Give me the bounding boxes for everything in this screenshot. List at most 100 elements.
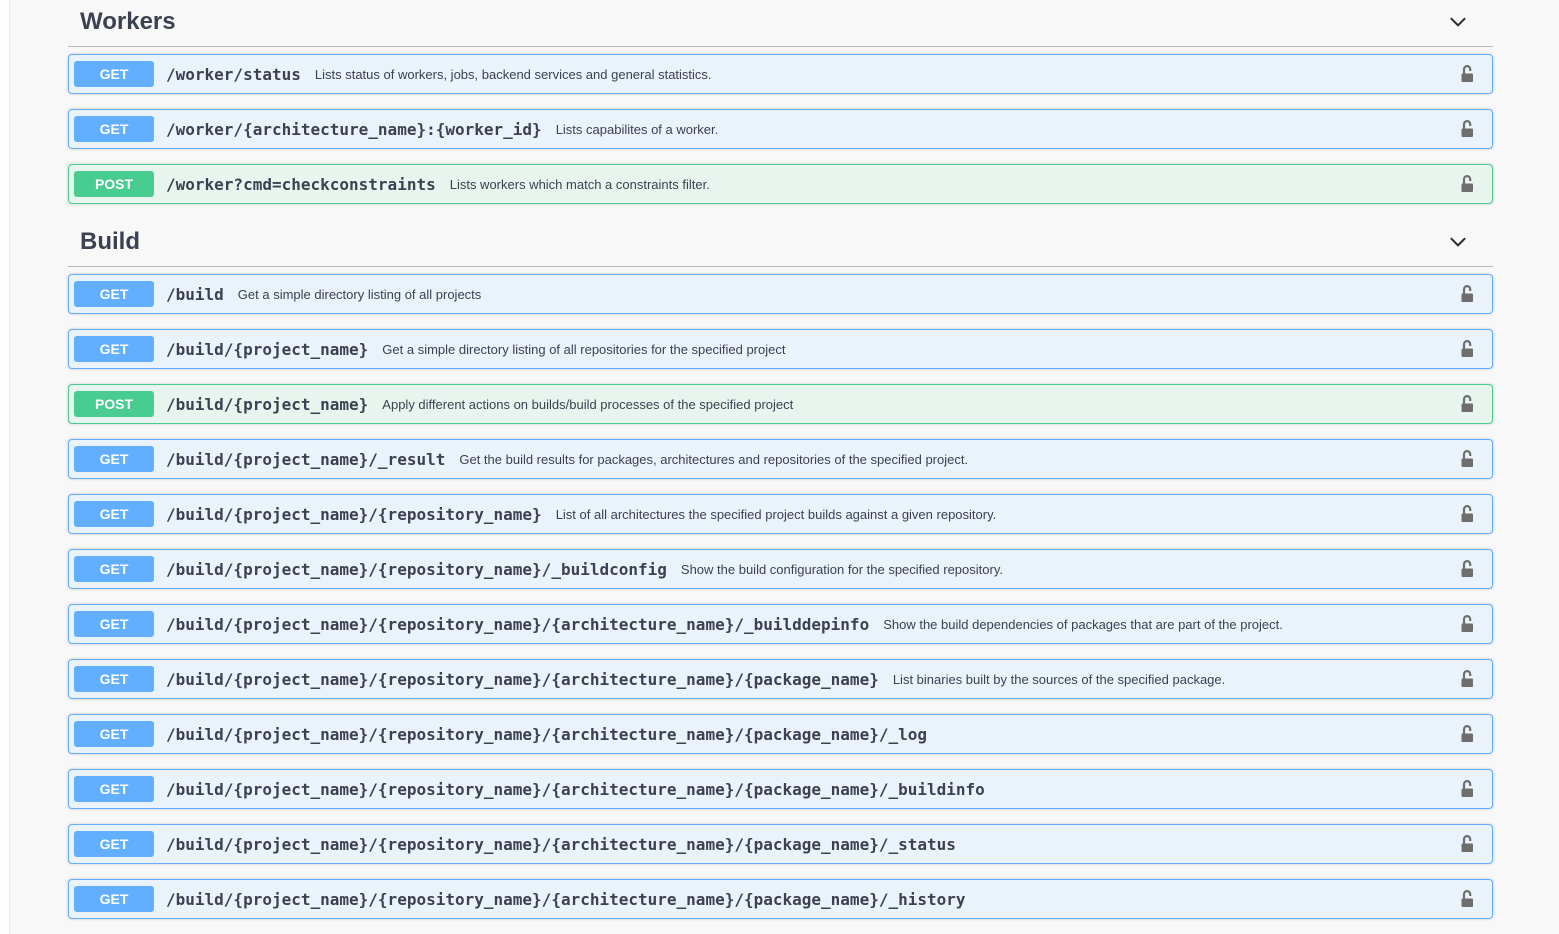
section-endpoints: GET /build Get a simple directory listin… (68, 267, 1493, 919)
endpoint-row[interactable]: GET /worker/{architecture_name}:{worker_… (68, 109, 1493, 149)
method-badge: GET (74, 721, 154, 747)
unlock-icon (1457, 283, 1477, 305)
collapse-section-button[interactable] (1447, 11, 1469, 33)
auth-lock-button[interactable] (1457, 723, 1477, 745)
auth-lock-button[interactable] (1457, 558, 1477, 580)
auth-lock-button[interactable] (1457, 63, 1477, 85)
method-badge: GET (74, 61, 154, 87)
unlock-icon (1457, 338, 1477, 360)
method-badge: POST (74, 171, 154, 197)
endpoint-description: Show the build dependencies of packages … (879, 617, 1457, 632)
method-badge: POST (74, 391, 154, 417)
auth-lock-button[interactable] (1457, 613, 1477, 635)
endpoint-description: Lists status of workers, jobs, backend s… (311, 67, 1457, 82)
chevron-down-icon (1447, 231, 1469, 253)
api-section: Workers GET /worker/status Lists status … (68, 0, 1493, 204)
unlock-icon (1457, 173, 1477, 195)
endpoint-path[interactable]: /worker?cmd=checkconstraints (154, 175, 446, 194)
auth-lock-button[interactable] (1457, 338, 1477, 360)
chevron-down-icon (1447, 11, 1469, 33)
endpoint-path[interactable]: /build/{project_name}/{repository_name}/… (154, 835, 966, 854)
method-badge: GET (74, 831, 154, 857)
endpoint-path[interactable]: /build/{project_name} (154, 340, 378, 359)
endpoint-description: Lists capabilites of a worker. (552, 122, 1457, 137)
unlock-icon (1457, 393, 1477, 415)
endpoint-row[interactable]: POST /worker?cmd=checkconstraints Lists … (68, 164, 1493, 204)
endpoint-path[interactable]: /build/{project_name}/{repository_name} (154, 505, 552, 524)
method-badge: GET (74, 336, 154, 362)
unlock-icon (1457, 503, 1477, 525)
endpoint-row[interactable]: POST /build/{project_name} Apply differe… (68, 384, 1493, 424)
endpoint-description: Apply different actions on builds/build … (378, 397, 1457, 412)
endpoint-row[interactable]: GET /build/{project_name}/{repository_na… (68, 659, 1493, 699)
endpoint-path[interactable]: /worker/status (154, 65, 311, 84)
unlock-icon (1457, 63, 1477, 85)
unlock-icon (1457, 888, 1477, 910)
unlock-icon (1457, 613, 1477, 635)
auth-lock-button[interactable] (1457, 393, 1477, 415)
method-badge: GET (74, 446, 154, 472)
section-title: Build (68, 228, 140, 256)
unlock-icon (1457, 668, 1477, 690)
endpoint-path[interactable]: /build/{project_name}/{repository_name}/… (154, 560, 677, 579)
unlock-icon (1457, 118, 1477, 140)
endpoint-description: Lists workers which match a constraints … (446, 177, 1457, 192)
unlock-icon (1457, 723, 1477, 745)
method-badge: GET (74, 501, 154, 527)
endpoint-path[interactable]: /build (154, 285, 234, 304)
method-badge: GET (74, 281, 154, 307)
endpoint-row[interactable]: GET /worker/status Lists status of worke… (68, 54, 1493, 94)
method-badge: GET (74, 611, 154, 637)
method-badge: GET (74, 776, 154, 802)
endpoint-row[interactable]: GET /build/{project_name}/{repository_na… (68, 494, 1493, 534)
auth-lock-button[interactable] (1457, 778, 1477, 800)
endpoint-description: List binaries built by the sources of th… (889, 672, 1457, 687)
endpoint-path[interactable]: /worker/{architecture_name}:{worker_id} (154, 120, 552, 139)
method-badge: GET (74, 116, 154, 142)
endpoint-row[interactable]: GET /build/{project_name}/{repository_na… (68, 769, 1493, 809)
auth-lock-button[interactable] (1457, 668, 1477, 690)
auth-lock-button[interactable] (1457, 833, 1477, 855)
auth-lock-button[interactable] (1457, 283, 1477, 305)
auth-lock-button[interactable] (1457, 503, 1477, 525)
endpoint-path[interactable]: /build/{project_name}/{repository_name}/… (154, 615, 879, 634)
endpoint-row[interactable]: GET /build Get a simple directory listin… (68, 274, 1493, 314)
endpoint-path[interactable]: /build/{project_name}/{repository_name}/… (154, 725, 937, 744)
endpoint-row[interactable]: GET /build/{project_name}/_result Get th… (68, 439, 1493, 479)
endpoint-row[interactable]: GET /build/{project_name} Get a simple d… (68, 329, 1493, 369)
section-header[interactable]: Workers (68, 0, 1493, 47)
page-left-gutter (0, 0, 10, 934)
endpoint-description: Get a simple directory listing of all re… (378, 342, 1457, 357)
endpoint-description: List of all architectures the specified … (552, 507, 1457, 522)
api-sections: Workers GET /worker/status Lists status … (0, 0, 1559, 919)
method-badge: GET (74, 666, 154, 692)
auth-lock-button[interactable] (1457, 448, 1477, 470)
unlock-icon (1457, 558, 1477, 580)
endpoint-path[interactable]: /build/{project_name}/{repository_name}/… (154, 780, 995, 799)
endpoint-path[interactable]: /build/{project_name} (154, 395, 378, 414)
unlock-icon (1457, 448, 1477, 470)
endpoint-path[interactable]: /build/{project_name}/{repository_name}/… (154, 890, 976, 909)
section-endpoints: GET /worker/status Lists status of worke… (68, 47, 1493, 204)
auth-lock-button[interactable] (1457, 118, 1477, 140)
endpoint-row[interactable]: GET /build/{project_name}/{repository_na… (68, 714, 1493, 754)
unlock-icon (1457, 778, 1477, 800)
endpoint-row[interactable]: GET /build/{project_name}/{repository_na… (68, 879, 1493, 919)
api-section: Build GET /build Get a simple directory … (68, 220, 1493, 919)
auth-lock-button[interactable] (1457, 888, 1477, 910)
section-header[interactable]: Build (68, 220, 1493, 267)
endpoint-description: Show the build configuration for the spe… (677, 562, 1457, 577)
endpoint-row[interactable]: GET /build/{project_name}/{repository_na… (68, 549, 1493, 589)
endpoint-row[interactable]: GET /build/{project_name}/{repository_na… (68, 604, 1493, 644)
section-title: Workers (68, 8, 176, 36)
collapse-section-button[interactable] (1447, 231, 1469, 253)
endpoint-row[interactable]: GET /build/{project_name}/{repository_na… (68, 824, 1493, 864)
method-badge: GET (74, 556, 154, 582)
method-badge: GET (74, 886, 154, 912)
endpoint-description: Get the build results for packages, arch… (455, 452, 1457, 467)
endpoint-path[interactable]: /build/{project_name}/_result (154, 450, 455, 469)
auth-lock-button[interactable] (1457, 173, 1477, 195)
endpoint-path[interactable]: /build/{project_name}/{repository_name}/… (154, 670, 889, 689)
endpoint-description: Get a simple directory listing of all pr… (234, 287, 1457, 302)
unlock-icon (1457, 833, 1477, 855)
